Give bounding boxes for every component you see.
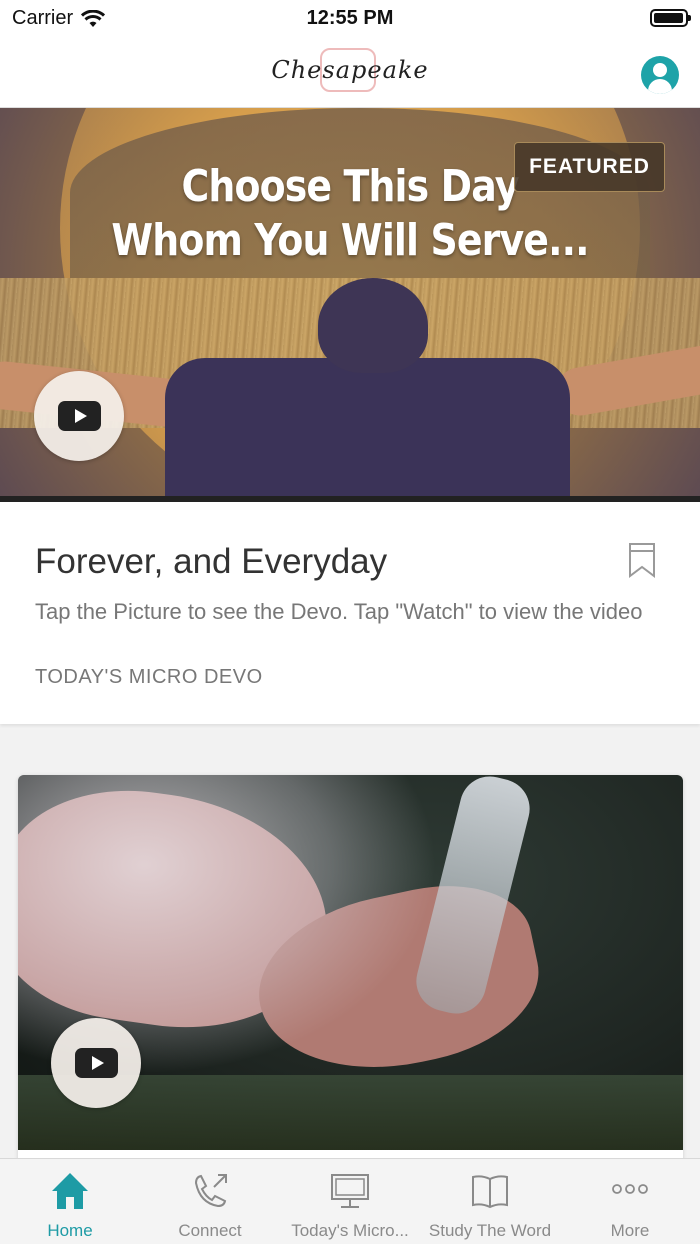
tab-label: Home	[47, 1221, 93, 1240]
tab-more[interactable]: More	[560, 1159, 700, 1244]
play-icon	[58, 401, 101, 431]
app-logo: Chesapeake	[271, 56, 429, 84]
nav-bar: Chesapeake	[0, 38, 700, 108]
phone-icon	[194, 1174, 227, 1208]
status-bar: Carrier 12:55 PM	[0, 0, 700, 38]
status-time: 12:55 PM	[306, 7, 394, 29]
monitor-icon	[331, 1174, 369, 1208]
tab-home[interactable]: Home	[0, 1159, 140, 1244]
content-card[interactable]	[18, 775, 683, 1175]
featured-category: TODAY'S MICRO DEVO	[35, 666, 263, 688]
tab-todays-micro[interactable]: Today's Micro...	[280, 1159, 420, 1244]
more-dots-icon	[612, 1184, 648, 1194]
book-icon	[472, 1175, 508, 1209]
profile-button[interactable]	[641, 56, 679, 94]
tab-label: Connect	[178, 1221, 242, 1240]
featured-play-button[interactable]	[34, 371, 124, 461]
featured-description: Tap the Picture to see the Devo. Tap "Wa…	[35, 599, 643, 624]
featured-card[interactable]: Forever, and Everyday Tap the Picture to…	[0, 502, 700, 724]
profile-icon	[653, 63, 667, 77]
hero-person-body	[165, 358, 570, 502]
battery-icon	[650, 9, 691, 27]
tab-study-the-word[interactable]: Study The Word	[420, 1159, 560, 1244]
hero-person-head	[318, 278, 428, 373]
tab-label: Study The Word	[428, 1221, 552, 1240]
featured-badge: FEATURED	[514, 142, 665, 192]
tab-connect[interactable]: Connect	[140, 1159, 280, 1244]
home-icon	[52, 1173, 88, 1209]
card-play-button[interactable]	[51, 1018, 141, 1108]
tab-bar: Home Connect Today's Micro... Study The …	[0, 1158, 700, 1244]
featured-hero-image[interactable]: Choose This Day Whom You Will Serve... F…	[0, 108, 700, 502]
tab-label: Today's Micro...	[291, 1221, 409, 1240]
profile-icon-body	[648, 79, 672, 94]
play-icon	[75, 1048, 118, 1078]
tab-label: More	[610, 1221, 650, 1240]
featured-title: Forever, and Everyday	[35, 542, 388, 581]
bookmark-icon[interactable]	[628, 542, 656, 578]
hero-title-line2: Whom You Will Serve...	[111, 215, 589, 266]
